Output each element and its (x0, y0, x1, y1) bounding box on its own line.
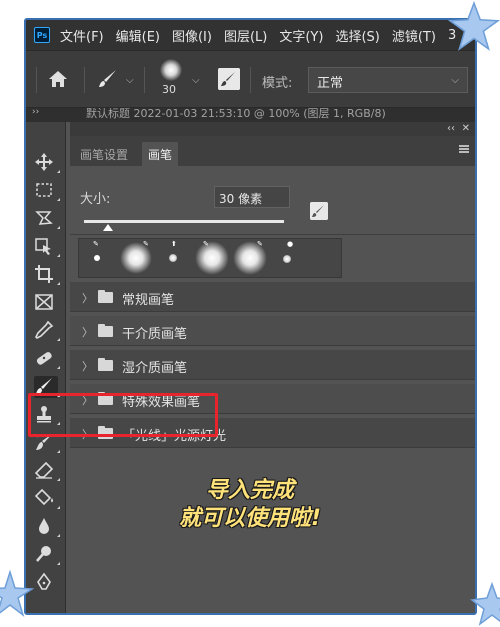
brush-preset[interactable]: ✎ (79, 239, 117, 277)
brush-preset[interactable]: ✎ (193, 239, 231, 277)
chevron-right-icon[interactable]: 〉 (82, 324, 93, 340)
chevron-right-icon[interactable]: 〉 (82, 358, 93, 374)
menu-file[interactable]: 文件(F) (60, 26, 104, 45)
brushes-panel: ‹‹ ✕ 画笔设置 画笔 大小: 30 像素 ✎ ✎ ⬆ ✎ ✎ ● 〉 常规画… (70, 122, 475, 613)
brush-icon[interactable] (96, 67, 120, 91)
chevron-down-icon[interactable]: ⌵ (192, 75, 200, 86)
brush-folder[interactable]: 〉 干介质画笔 (70, 316, 475, 346)
menu-type[interactable]: 文字(Y) (279, 26, 323, 45)
size-slider-thumb[interactable] (103, 224, 113, 231)
menu-filter[interactable]: 滤镜(T) (392, 26, 436, 45)
star-icon (470, 581, 500, 626)
brush-preset[interactable]: ● (269, 239, 307, 277)
brush-settings-toggle-icon[interactable] (310, 202, 328, 220)
brush-size-preview[interactable] (160, 59, 182, 81)
menu-image[interactable]: 图像(I) (172, 26, 212, 45)
menu-layer[interactable]: 图层(L) (224, 26, 267, 45)
brush-settings-toggle-icon[interactable] (218, 68, 240, 90)
divider (36, 67, 37, 93)
folder-name: 常规画笔 (122, 293, 175, 308)
chevron-down-icon[interactable]: ⌵ (126, 75, 134, 86)
expand-panels-icon[interactable]: ›› (32, 108, 39, 117)
caption: 导入完成 就可以使用啦! (0, 477, 500, 533)
document-tab[interactable]: 默认标题 2022-01-03 21:53:10 @ 100% (图层 1, R… (86, 108, 386, 119)
ps-logo: Ps (34, 27, 50, 43)
panel-menu-icon[interactable] (459, 145, 469, 153)
healing-icon[interactable] (34, 348, 60, 370)
highlight-box (28, 393, 218, 437)
brush-folder[interactable]: 〉 湿介质画笔 (70, 350, 475, 380)
menu-edit[interactable]: 编辑(E) (116, 26, 160, 45)
divider (70, 234, 475, 235)
frame-icon[interactable] (34, 292, 58, 314)
chevron-down-icon: ⌵ (451, 75, 459, 86)
crop-icon[interactable] (34, 264, 60, 286)
panel-tabs: 画笔设置 画笔 (70, 136, 475, 166)
menu-bar: Ps 文件(F) 编辑(E) 图像(I) 图层(L) 文字(Y) 选择(S) 滤… (26, 20, 475, 50)
home-icon[interactable] (48, 69, 68, 89)
chevron-right-icon[interactable]: 〉 (82, 290, 93, 306)
tab-brushes[interactable]: 画笔 (142, 142, 179, 166)
divider (84, 67, 85, 93)
dodge-icon[interactable] (34, 544, 60, 566)
close-icon[interactable]: ✕ (462, 123, 470, 134)
folder-icon (98, 290, 113, 303)
recent-brush-presets: ✎ ✎ ⬆ ✎ ✎ ● (78, 238, 342, 278)
brush-size-value: 30 (162, 83, 176, 96)
mode-label: 模式: (262, 76, 293, 91)
panel-header: ‹‹ ✕ (70, 122, 475, 136)
brush-preset[interactable]: ✎ (231, 239, 269, 277)
document-tab-strip: ›› 默认标题 2022-01-03 21:53:10 @ 100% (图层 1… (26, 108, 475, 122)
folder-icon (98, 324, 113, 337)
size-slider[interactable] (84, 220, 284, 223)
divider (250, 67, 251, 93)
tools-panel (26, 122, 66, 613)
divider (144, 67, 145, 93)
menu-select[interactable]: 选择(S) (335, 26, 379, 45)
object-select-icon[interactable] (34, 236, 60, 258)
options-bar: ⌵ 30 ⌵ 模式: 正常 ⌵ (26, 50, 475, 108)
brush-preset[interactable]: ⬆ (155, 239, 193, 277)
size-field[interactable]: 30 像素 (214, 186, 290, 208)
caption-line-1: 导入完成 (205, 478, 294, 503)
folder-name: 干介质画笔 (122, 327, 188, 342)
brush-folder[interactable]: 〉 常规画笔 (70, 282, 475, 312)
collapse-panel-icon[interactable]: ‹‹ (447, 123, 455, 134)
mode-select[interactable]: 正常 ⌵ (308, 67, 468, 93)
size-label: 大小: (80, 192, 111, 207)
folder-name: 湿介质画笔 (122, 361, 188, 376)
eyedropper-icon[interactable] (34, 320, 60, 342)
caption-line-2: 就可以使用啦! (178, 506, 322, 531)
mode-value: 正常 (317, 76, 344, 91)
move-icon[interactable] (34, 152, 60, 174)
tab-brush-settings[interactable]: 画笔设置 (74, 142, 134, 166)
folder-icon (98, 358, 113, 371)
star-icon (448, 0, 500, 51)
lasso-icon[interactable] (34, 208, 60, 230)
marquee-icon[interactable] (34, 180, 60, 202)
star-icon (0, 569, 35, 618)
brush-preset[interactable]: ✎ (117, 239, 155, 277)
